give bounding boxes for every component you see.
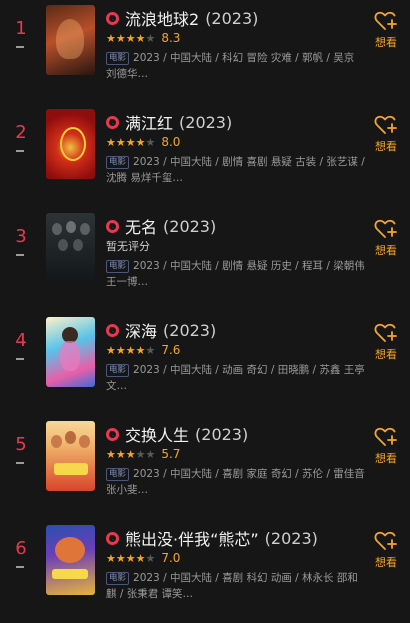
want-to-watch-button[interactable]: 想看 (370, 10, 402, 50)
type-badge: 电影 (106, 468, 130, 481)
star-rating-icon: ★★★★★ (106, 551, 156, 565)
title-row[interactable]: 无名 (2023) (106, 214, 216, 238)
play-icon (106, 531, 119, 545)
play-icon (106, 11, 119, 25)
title-row[interactable]: 流浪地球2 (2023) (106, 6, 258, 30)
list-item[interactable]: 1 流浪地球2 (2023) ★★★★★ 8.3 电影 2023 / 中国大陆 /… (0, 0, 410, 103)
type-badge: 电影 (106, 572, 130, 585)
movie-title[interactable]: 交换人生 (125, 422, 189, 446)
title-row[interactable]: 熊出没·伴我“熊芯” (2023) (106, 526, 318, 550)
rating-row: ★★★★★ 8.0 (106, 134, 180, 150)
movie-meta: 电影 2023 / 中国大陆 / 剧情 悬疑 历史 / 程耳 / 梁朝伟 王一博… (106, 260, 365, 288)
rating-score: 5.7 (161, 447, 181, 461)
title-row[interactable]: 交换人生 (2023) (106, 422, 248, 446)
movie-meta: 电影 2023 / 中国大陆 / 喜剧 科幻 动画 / 林永长 邵和麒 / 张秉君… (106, 572, 358, 600)
list-item[interactable]: 4 深海 (2023) ★★★★★ 7.6 电影 2023 / 中国大陆 / 动画… (0, 312, 410, 415)
title-row[interactable]: 深海 (2023) (106, 318, 216, 342)
movie-title[interactable]: 流浪地球2 (125, 6, 199, 30)
heart-plus-icon (374, 531, 397, 550)
want-label: 想看 (375, 556, 397, 569)
list-item[interactable]: 6 熊出没·伴我“熊芯” (2023) ★★★★★ 7.0 电影 2023 / 中… (0, 520, 410, 623)
trend-dash-icon (16, 566, 24, 568)
want-label: 想看 (375, 348, 397, 361)
rating-score: 8.0 (161, 135, 181, 149)
movie-meta: 电影 2023 / 中国大陆 / 动画 奇幻 / 田晓鹏 / 苏鑫 王亭文… (106, 364, 365, 392)
movie-year: (2023) (179, 112, 233, 132)
movie-year: (2023) (163, 320, 217, 340)
rank-number: 6 (15, 538, 27, 559)
list-item[interactable]: 5 交换人生 (2023) ★★★★★ 5.7 电影 2023 / 中国大陆 / … (0, 416, 410, 519)
title-row[interactable]: 满江红 (2023) (106, 110, 232, 134)
want-to-watch-button[interactable]: 想看 (370, 530, 402, 570)
trend-dash-icon (16, 462, 24, 464)
type-badge: 电影 (106, 52, 130, 65)
rating-score: 7.6 (161, 343, 181, 357)
rating-score: 8.3 (161, 31, 181, 45)
rank-number: 5 (15, 434, 27, 455)
play-icon (106, 427, 119, 441)
play-icon (106, 323, 119, 337)
type-badge: 电影 (106, 260, 130, 273)
want-label: 想看 (375, 140, 397, 153)
rank-number: 1 (15, 18, 27, 39)
rating-row: 暂无评分 (106, 238, 150, 254)
movie-poster[interactable] (46, 317, 95, 387)
movie-title[interactable]: 无名 (125, 214, 157, 238)
trend-dash-icon (16, 358, 24, 360)
want-to-watch-button[interactable]: 想看 (370, 426, 402, 466)
trend-dash-icon (16, 254, 24, 256)
want-to-watch-button[interactable]: 想看 (370, 218, 402, 258)
rating-row: ★★★★★ 7.6 (106, 342, 180, 358)
movie-poster[interactable] (46, 213, 95, 283)
movie-title[interactable]: 深海 (125, 318, 157, 342)
play-icon (106, 115, 119, 129)
heart-plus-icon (374, 219, 397, 238)
poster-figure (60, 127, 86, 161)
star-rating-icon: ★★★★★ (106, 447, 156, 461)
want-label: 想看 (375, 244, 397, 257)
rating-row: ★★★★★ 5.7 (106, 446, 180, 462)
movie-meta: 电影 2023 / 中国大陆 / 科幻 冒险 灾难 / 郭帆 / 吴京 刘德华… (106, 52, 355, 80)
rating-row: ★★★★★ 7.0 (106, 550, 180, 566)
want-label: 想看 (375, 452, 397, 465)
movie-poster[interactable] (46, 5, 95, 75)
star-rating-icon: ★★★★★ (106, 135, 156, 149)
list-item[interactable]: 3 无名 (2023) 暂无评分 电影 2023 / 中国大陆 / 剧情 悬疑 历… (0, 208, 410, 311)
type-badge: 电影 (106, 156, 130, 169)
movie-ranking-list: 1 流浪地球2 (2023) ★★★★★ 8.3 电影 2023 / 中国大陆 /… (0, 0, 410, 600)
want-to-watch-button[interactable]: 想看 (370, 322, 402, 362)
rank-number: 2 (15, 122, 27, 143)
movie-year: (2023) (264, 528, 318, 548)
movie-title[interactable]: 满江红 (125, 110, 173, 134)
movie-poster[interactable] (46, 421, 95, 491)
want-to-watch-button[interactable]: 想看 (370, 114, 402, 154)
no-rating-text: 暂无评分 (106, 240, 150, 253)
movie-meta: 电影 2023 / 中国大陆 / 喜剧 家庭 奇幻 / 苏伦 / 雷佳音 张小斐… (106, 468, 365, 496)
want-label: 想看 (375, 36, 397, 49)
rating-score: 7.0 (161, 551, 181, 565)
rank-number: 4 (15, 330, 27, 351)
poster-figure (56, 19, 84, 59)
heart-plus-icon (374, 115, 397, 134)
movie-title[interactable]: 熊出没·伴我“熊芯” (125, 526, 259, 550)
list-item[interactable]: 2 满江红 (2023) ★★★★★ 8.0 电影 2023 / 中国大陆 / 剧… (0, 104, 410, 207)
movie-year: (2023) (195, 424, 249, 444)
movie-year: (2023) (163, 216, 217, 236)
play-icon (106, 219, 119, 233)
type-badge: 电影 (106, 364, 130, 377)
movie-year: (2023) (205, 8, 259, 28)
movie-meta: 电影 2023 / 中国大陆 / 剧情 喜剧 悬疑 古装 / 张艺谋 / 沈腾 易… (106, 156, 365, 184)
trend-dash-icon (16, 150, 24, 152)
heart-plus-icon (374, 427, 397, 446)
rating-row: ★★★★★ 8.3 (106, 30, 180, 46)
rank-number: 3 (15, 226, 27, 247)
heart-plus-icon (374, 11, 397, 30)
movie-poster[interactable] (46, 109, 95, 179)
star-rating-icon: ★★★★★ (106, 343, 156, 357)
movie-poster[interactable] (46, 525, 95, 595)
heart-plus-icon (374, 323, 397, 342)
trend-dash-icon (16, 46, 24, 48)
star-rating-icon: ★★★★★ (106, 31, 156, 45)
